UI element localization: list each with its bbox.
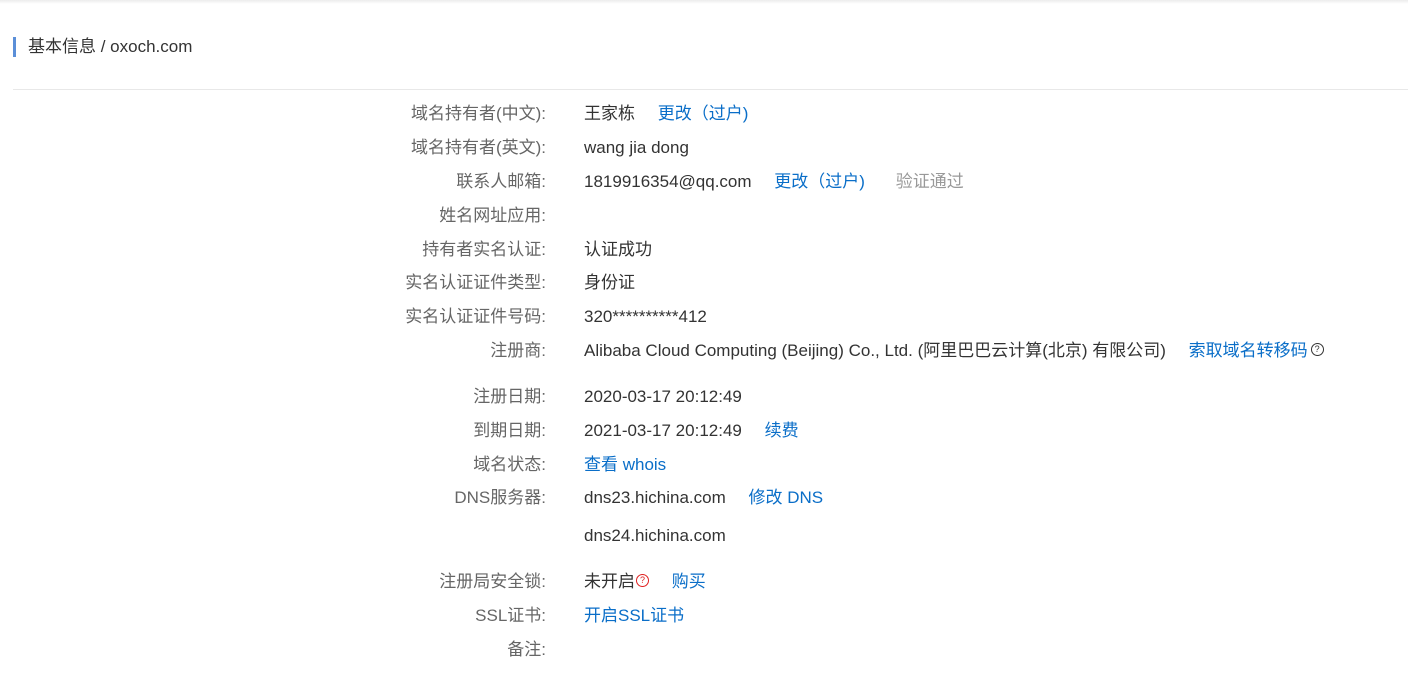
renew-link[interactable]: 续费 — [765, 421, 799, 440]
row-cert-no: 实名认证证件号码: 320**********412 — [0, 305, 1408, 329]
page-title: 基本信息 / oxoch.com — [13, 37, 192, 57]
cert-type-value: 身份证 — [584, 273, 635, 292]
enable-ssl-link[interactable]: 开启SSL证书 — [584, 604, 684, 628]
registrar-label: 注册商: — [490, 341, 546, 360]
reg-date-value: 2020-03-17 20:12:49 — [584, 387, 742, 406]
row-dns: DNS服务器: dns23.hichina.com 修改 DNS — [0, 486, 1408, 510]
row-exp-date: 到期日期: 2021-03-17 20:12:49 续费 — [0, 419, 1408, 443]
email-verified-status: 验证通过 — [895, 172, 964, 191]
cert-no-label: 实名认证证件号码: — [405, 307, 546, 326]
row-dns-2: dns24.hichina.com — [0, 524, 1408, 548]
registry-lock-label: 注册局安全锁: — [439, 572, 546, 591]
row-reg-date: 注册日期: 2020-03-17 20:12:49 — [0, 385, 1408, 409]
row-email: 联系人邮箱: 1819916354@qq.com 更改（过户) 验证通过 — [0, 170, 1408, 194]
owner-en-value: wang jia dong — [584, 138, 689, 157]
buy-lock-link[interactable]: 购买 — [672, 572, 706, 591]
top-shadow — [0, 0, 1408, 4]
remark-label: 备注: — [507, 640, 546, 659]
question-circle-icon[interactable]: ? — [1310, 343, 1324, 356]
question-circle-red-icon[interactable]: ? — [636, 574, 649, 587]
dns-label: DNS服务器: — [454, 488, 546, 507]
ssl-label: SSL证书: — [475, 606, 546, 625]
domain-status-label: 域名状态: — [473, 455, 546, 474]
row-cert-type: 实名认证证件类型: 身份证 — [0, 271, 1408, 295]
row-realname: 持有者实名认证: 认证成功 — [0, 238, 1408, 262]
owner-cn-label: 域名持有者(中文): — [410, 104, 546, 123]
owner-cn-value: 王家栋 — [584, 104, 635, 123]
row-registrar: 注册商: Alibaba Cloud Computing (Beijing) C… — [0, 339, 1408, 363]
row-ssl: SSL证书: 开启SSL证书 — [0, 604, 1408, 628]
row-owner-cn: 域名持有者(中文): 王家栋 更改（过户) — [0, 102, 1408, 126]
owner-cn-transfer-link[interactable]: 更改（过户) — [658, 104, 749, 123]
transfer-code-link[interactable]: 索取域名转移码 — [1189, 341, 1308, 360]
realname-value: 认证成功 — [584, 240, 652, 259]
whois-link[interactable]: 查看 whois — [584, 453, 666, 477]
modify-dns-link[interactable]: 修改 DNS — [749, 488, 824, 507]
row-owner-en: 域名持有者(英文): wang jia dong — [0, 136, 1408, 160]
exp-date-label: 到期日期: — [473, 421, 546, 440]
header-divider — [13, 89, 1408, 90]
row-registry-lock: 注册局安全锁: 未开启? 购买 — [0, 570, 1408, 594]
name-site-label: 姓名网址应用: — [439, 206, 546, 225]
reg-date-label: 注册日期: — [473, 387, 546, 406]
email-label: 联系人邮箱: — [456, 172, 546, 191]
row-name-site: 姓名网址应用: — [0, 204, 1408, 228]
registry-lock-value: 未开启 — [584, 572, 635, 591]
registrar-value: Alibaba Cloud Computing (Beijing) Co., L… — [584, 341, 1166, 360]
dns-server-2: dns24.hichina.com — [584, 526, 726, 545]
exp-date-value: 2021-03-17 20:12:49 — [584, 421, 742, 440]
email-transfer-link[interactable]: 更改（过户) — [774, 172, 865, 191]
row-remark: 备注: — [0, 638, 1408, 662]
cert-no-value: 320**********412 — [584, 307, 707, 326]
dns-server-1: dns23.hichina.com — [584, 488, 726, 507]
cert-type-label: 实名认证证件类型: — [405, 273, 546, 292]
row-domain-status: 域名状态: 查看 whois — [0, 453, 1408, 477]
owner-en-label: 域名持有者(英文): — [410, 138, 546, 157]
email-value: 1819916354@qq.com — [584, 172, 752, 191]
realname-label: 持有者实名认证: — [422, 240, 546, 259]
